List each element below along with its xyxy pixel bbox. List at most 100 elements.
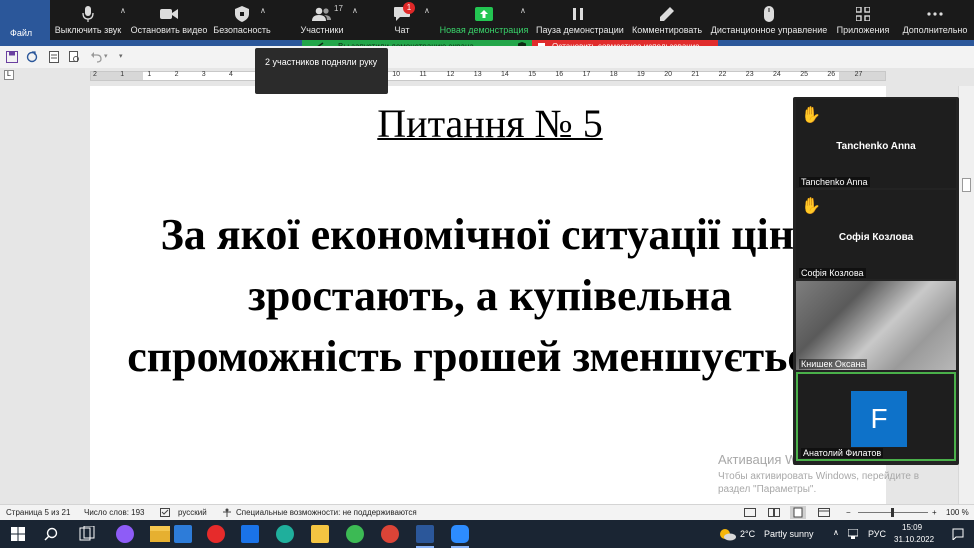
word-count[interactable]: Число слов: 193: [84, 508, 144, 517]
weather-sun-icon[interactable]: [718, 526, 736, 542]
participants-count: 17: [334, 4, 343, 13]
more-button[interactable]: Дополнительно: [898, 0, 972, 40]
raised-hand-icon: ✋: [801, 198, 821, 215]
participants-label: Участники: [300, 25, 344, 35]
participants-button[interactable]: 17 ∧ Участники: [290, 0, 358, 40]
clock-time[interactable]: 15:09: [902, 523, 922, 532]
activation-subtitle: Чтобы активировать Windows, перейдите в …: [718, 471, 920, 495]
chrome-icon[interactable]: [346, 525, 364, 543]
chrome-profile-icon[interactable]: [381, 525, 399, 543]
participants-caret[interactable]: ∧: [352, 6, 358, 15]
accessibility-icon[interactable]: [222, 508, 232, 517]
security-label: Безопасность: [213, 25, 271, 35]
remote-control-button[interactable]: Дистанционное управление: [710, 0, 828, 40]
participant-name-tag: Софія Козлова: [799, 268, 866, 278]
focus-mode-icon[interactable]: [744, 508, 756, 517]
chat-button[interactable]: 1 ∧ Чат: [370, 0, 434, 40]
chat-caret[interactable]: ∧: [424, 6, 430, 15]
clock-date[interactable]: 31.10.2022: [894, 535, 934, 544]
ruler-number: 10: [392, 71, 400, 78]
question-text: За якої економічної ситуації ціни зроста…: [127, 210, 853, 381]
ruler-number: 21: [691, 71, 700, 78]
participant-tile-active-speaker[interactable]: F Анатолий Филатов: [796, 372, 956, 461]
language-indicator[interactable]: русский: [178, 508, 207, 517]
windows-start-icon[interactable]: [11, 527, 25, 541]
ruler-number: 13: [473, 71, 482, 78]
tray-expand-icon[interactable]: ∧: [833, 528, 839, 537]
save-icon[interactable]: [6, 51, 18, 63]
ruler-number: 24: [773, 71, 781, 78]
notifications-icon[interactable]: [952, 528, 964, 540]
autosave-icon[interactable]: [26, 51, 38, 63]
scroll-thumb[interactable]: [962, 178, 971, 192]
task-view-icon[interactable]: [78, 526, 96, 542]
word-app-icon[interactable]: [416, 525, 434, 543]
participant-name-tag: Анатолий Филатов: [801, 448, 884, 458]
zoom-in-button[interactable]: +: [932, 508, 937, 517]
participant-tile[interactable]: ✋ Tanchenko Anna Tanchenko Anna: [796, 99, 956, 188]
mute-label: Выключить звук: [54, 25, 122, 35]
mail-icon[interactable]: [241, 525, 259, 543]
folder-icon[interactable]: [311, 525, 329, 543]
annotate-label: Комментировать: [631, 25, 703, 35]
ruler-number: 1: [120, 71, 125, 78]
mute-caret[interactable]: ∧: [120, 6, 126, 15]
undo-dropdown-icon[interactable]: ▾: [104, 52, 108, 60]
weather-temperature[interactable]: 2°C: [740, 529, 755, 539]
new-share-button[interactable]: ∧ Новая демонстрация: [438, 0, 530, 40]
word-status-bar: Страница 5 из 21 Число слов: 193 русский…: [0, 504, 974, 520]
pause-share-button[interactable]: Пауза демонстрации: [536, 0, 624, 40]
tab-selector[interactable]: L: [4, 70, 14, 80]
ruler-number: 23: [745, 71, 754, 78]
zoom-slider-knob[interactable]: [891, 508, 894, 517]
proofing-icon[interactable]: [160, 508, 170, 517]
ruler-number: 1: [147, 71, 152, 78]
chat-label: Чат: [394, 25, 410, 35]
read-mode-icon[interactable]: [768, 508, 780, 517]
raised-hand-icon: ✋: [801, 107, 821, 124]
weather-text[interactable]: Partly sunny: [764, 529, 814, 539]
accessibility-status[interactable]: Специальные возможности: не поддерживают…: [236, 508, 417, 517]
participants-icon: [312, 7, 331, 21]
participant-video-tile[interactable]: Книшек Оксана: [796, 281, 956, 370]
network-icon[interactable]: [848, 529, 858, 539]
participant-name-tag: Tanchenko Anna: [799, 177, 870, 187]
explorer-icon[interactable]: [150, 526, 170, 542]
ruler-number: 17: [582, 71, 591, 78]
print-preview-icon[interactable]: [68, 51, 80, 63]
video-button[interactable]: ∧ Остановить видео: [130, 0, 266, 40]
microphone-icon: [82, 6, 94, 22]
file-tab[interactable]: Файл: [10, 28, 32, 38]
vertical-scrollbar[interactable]: [958, 86, 974, 504]
participant-tile[interactable]: ✋ Софія Козлова Софія Козлова: [796, 190, 956, 279]
ruler-number: 19: [637, 71, 645, 78]
zoom-out-button[interactable]: −: [846, 508, 851, 517]
undo-icon[interactable]: [90, 51, 102, 63]
customize-toolbar-icon[interactable]: ▾: [119, 52, 123, 60]
participant-gallery: ✋ Tanchenko Anna Tanchenko Anna ✋ Софія …: [793, 97, 959, 465]
file-manager-icon[interactable]: [174, 525, 192, 543]
ruler-number: 27: [854, 71, 863, 78]
edge-icon[interactable]: [276, 525, 294, 543]
security-button[interactable]: Безопасность: [210, 0, 274, 40]
shield-icon: [235, 6, 249, 22]
input-language[interactable]: РУС: [868, 529, 886, 539]
opera-icon[interactable]: [207, 525, 225, 543]
apps-label: Приложения: [836, 25, 890, 35]
print-layout-icon[interactable]: [790, 506, 806, 519]
new-share-caret[interactable]: ∧: [520, 6, 526, 15]
alice-assistant-icon[interactable]: [116, 525, 134, 543]
ruler-number: 16: [555, 71, 564, 78]
apps-button[interactable]: Приложения: [832, 0, 894, 40]
page-indicator[interactable]: Страница 5 из 21: [6, 508, 70, 517]
search-icon[interactable]: [44, 527, 58, 541]
ruler-number: 20: [664, 71, 672, 78]
document-page[interactable]: Питання № 5 За якої економічної ситуації…: [90, 86, 886, 504]
mute-button[interactable]: ∧ Выключить звук: [50, 0, 126, 40]
document-icon[interactable]: [48, 51, 60, 63]
web-layout-icon[interactable]: [818, 508, 830, 517]
horizontal-ruler[interactable]: 2112345678910111213141516171819202122232…: [90, 71, 886, 81]
zoom-app-icon[interactable]: [451, 525, 469, 543]
annotate-button[interactable]: Комментировать: [630, 0, 704, 40]
zoom-level[interactable]: 100 %: [946, 508, 969, 517]
